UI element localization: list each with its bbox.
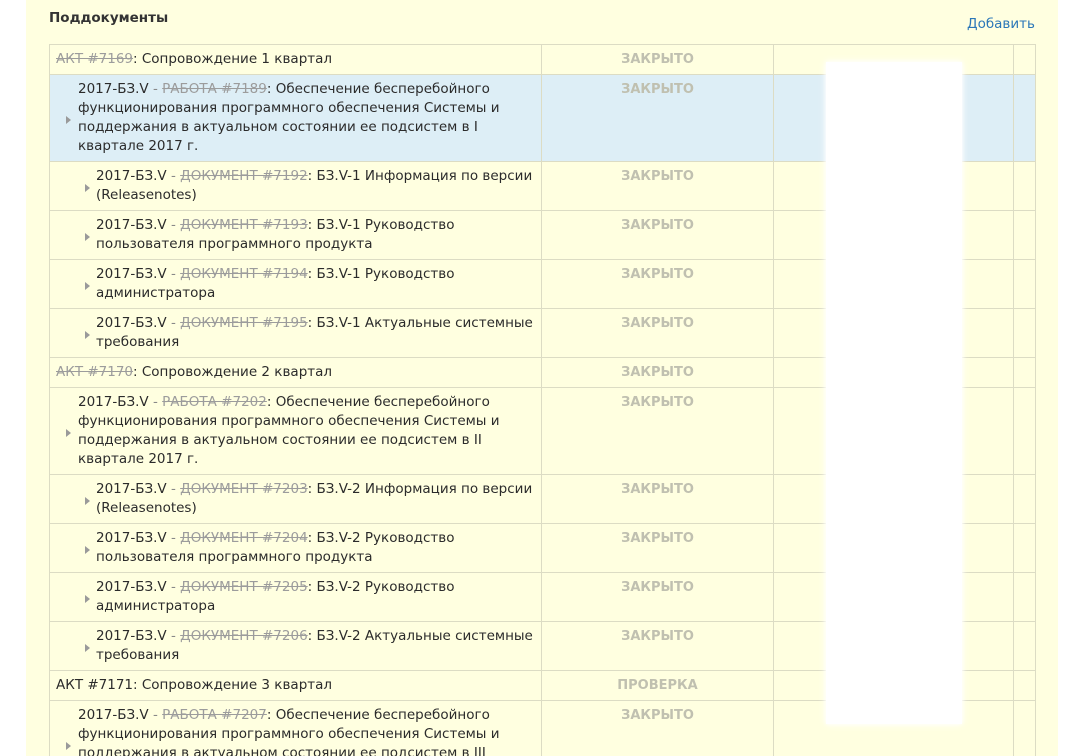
separator: -	[166, 266, 181, 282]
document-link[interactable]: РАБОТА #7207	[162, 707, 267, 723]
actions-cell	[1013, 474, 1036, 524]
actions-cell	[1013, 572, 1036, 622]
row-name-cell: 2017-БЗ.V - ДОКУМЕНТ #7206: БЗ.V-2 Актуа…	[49, 621, 542, 671]
status-label: ЗАКРЫТО	[541, 474, 774, 524]
document-link[interactable]: АКТ #7169	[56, 51, 133, 67]
separator: -	[166, 579, 181, 595]
document-link[interactable]: ДОКУМЕНТ #7195	[180, 315, 308, 331]
row-name-cell: 2017-БЗ.V - ДОКУМЕНТ #7195: БЗ.V-1 Актуа…	[49, 308, 542, 358]
document-title: : Сопровождение 1 квартал	[133, 51, 333, 67]
project-prefix: 2017-БЗ.V	[96, 168, 167, 184]
row-name-cell: 2017-БЗ.V - ДОКУМЕНТ #7205: БЗ.V-2 Руков…	[49, 572, 542, 622]
separator: -	[166, 530, 181, 546]
status-label: ЗАКРЫТО	[541, 308, 774, 358]
document-link[interactable]: ДОКУМЕНТ #7205	[180, 579, 308, 595]
actions-cell	[1013, 210, 1036, 260]
document-link[interactable]: ДОКУМЕНТ #7204	[180, 530, 308, 546]
actions-cell	[1013, 259, 1036, 309]
actions-cell	[1013, 387, 1036, 475]
actions-cell	[1013, 621, 1036, 671]
separator: -	[166, 217, 181, 233]
project-prefix: 2017-БЗ.V	[96, 217, 167, 233]
row-name-cell: АКТ #7171: Сопровождение 3 квартал	[49, 670, 542, 701]
expand-triangle-icon[interactable]	[85, 282, 90, 290]
expand-triangle-icon[interactable]	[85, 233, 90, 241]
row-name-cell: 2017-БЗ.V - ДОКУМЕНТ #7204: БЗ.V-2 Руков…	[49, 523, 542, 573]
expand-triangle-icon[interactable]	[85, 184, 90, 192]
document-title: : Сопровождение 2 квартал	[133, 364, 333, 380]
status-label: ПРОВЕРКА	[541, 670, 774, 701]
separator: -	[166, 628, 181, 644]
panel-title: Поддокументы	[49, 10, 169, 26]
separator: -	[166, 168, 181, 184]
project-prefix: 2017-БЗ.V	[96, 266, 167, 282]
row-name-cell: 2017-БЗ.V - РАБОТА #7202: Обеспечение бе…	[49, 387, 542, 475]
project-prefix: 2017-БЗ.V	[96, 579, 167, 595]
actions-cell	[1013, 357, 1036, 388]
project-prefix: 2017-БЗ.V	[78, 707, 149, 723]
project-prefix: 2017-БЗ.V	[78, 81, 149, 97]
document-link[interactable]: ДОКУМЕНТ #7192	[180, 168, 308, 184]
expand-triangle-icon[interactable]	[66, 116, 71, 124]
status-label: ЗАКРЫТО	[541, 259, 774, 309]
document-link[interactable]: ДОКУМЕНТ #7206	[180, 628, 308, 644]
status-label: ЗАКРЫТО	[541, 357, 774, 388]
project-prefix: 2017-БЗ.V	[96, 530, 167, 546]
document-link[interactable]: АКТ #7171	[56, 677, 133, 693]
separator: -	[166, 315, 181, 331]
expand-triangle-icon[interactable]	[66, 429, 71, 437]
add-link[interactable]: Добавить	[967, 16, 1035, 32]
document-title: : Сопровождение 3 квартал	[133, 677, 333, 693]
expand-triangle-icon[interactable]	[85, 644, 90, 652]
expand-triangle-icon[interactable]	[85, 497, 90, 505]
status-label: ЗАКРЫТО	[541, 74, 774, 162]
actions-cell	[1013, 308, 1036, 358]
redacted-area	[826, 62, 962, 724]
actions-cell	[1013, 523, 1036, 573]
status-label: ЗАКРЫТО	[541, 387, 774, 475]
actions-cell	[1013, 74, 1036, 162]
row-name-cell: 2017-БЗ.V - ДОКУМЕНТ #7192: БЗ.V-1 Инфор…	[49, 161, 542, 211]
status-label: ЗАКРЫТО	[541, 210, 774, 260]
project-prefix: 2017-БЗ.V	[96, 481, 167, 497]
document-link[interactable]: ДОКУМЕНТ #7203	[180, 481, 308, 497]
actions-cell	[1013, 44, 1036, 75]
project-prefix: 2017-БЗ.V	[78, 394, 149, 410]
expand-triangle-icon[interactable]	[66, 742, 71, 750]
status-label: ЗАКРЫТО	[541, 44, 774, 75]
row-name-cell: АКТ #7169: Сопровождение 1 квартал	[49, 44, 542, 75]
actions-cell	[1013, 700, 1036, 756]
row-name-cell: 2017-БЗ.V - ДОКУМЕНТ #7193: БЗ.V-1 Руков…	[49, 210, 542, 260]
row-name-cell: 2017-БЗ.V - РАБОТА #7189: Обеспечение бе…	[49, 74, 542, 162]
row-name-cell: 2017-БЗ.V - ДОКУМЕНТ #7203: БЗ.V-2 Инфор…	[49, 474, 542, 524]
row-name-cell: 2017-БЗ.V - РАБОТА #7207: Обеспечение бе…	[49, 700, 542, 756]
expand-triangle-icon[interactable]	[85, 595, 90, 603]
separator: -	[148, 707, 163, 723]
separator: -	[166, 481, 181, 497]
actions-cell	[1013, 670, 1036, 701]
status-label: ЗАКРЫТО	[541, 572, 774, 622]
document-link[interactable]: АКТ #7170	[56, 364, 133, 380]
row-name-cell: АКТ #7170: Сопровождение 2 квартал	[49, 357, 542, 388]
separator: -	[148, 394, 163, 410]
status-label: ЗАКРЫТО	[541, 621, 774, 671]
status-label: ЗАКРЫТО	[541, 161, 774, 211]
project-prefix: 2017-БЗ.V	[96, 315, 167, 331]
separator: -	[148, 81, 163, 97]
actions-cell	[1013, 161, 1036, 211]
project-prefix: 2017-БЗ.V	[96, 628, 167, 644]
document-link[interactable]: ДОКУМЕНТ #7194	[180, 266, 308, 282]
document-link[interactable]: ДОКУМЕНТ #7193	[180, 217, 308, 233]
expand-triangle-icon[interactable]	[85, 331, 90, 339]
row-name-cell: 2017-БЗ.V - ДОКУМЕНТ #7194: БЗ.V-1 Руков…	[49, 259, 542, 309]
status-label: ЗАКРЫТО	[541, 700, 774, 756]
status-label: ЗАКРЫТО	[541, 523, 774, 573]
document-link[interactable]: РАБОТА #7189	[162, 81, 267, 97]
expand-triangle-icon[interactable]	[85, 546, 90, 554]
document-link[interactable]: РАБОТА #7202	[162, 394, 267, 410]
